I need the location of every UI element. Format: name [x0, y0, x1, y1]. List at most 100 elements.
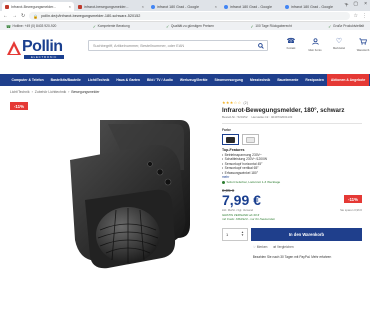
swatch-white[interactable]	[242, 134, 259, 145]
shipping-code-text: mit Code: XMAS23 - nur für Neukunden	[222, 216, 276, 221]
account-label: Mein Konto	[308, 49, 322, 52]
address-bar: ← → ↻ 🔒 pollin.de/p/infrarot-bewegungsme…	[0, 11, 370, 22]
cart-icon	[359, 38, 368, 48]
usp-item: ✓ Qualität zu günstigen Preisen	[166, 24, 214, 29]
star-bookmark-icon[interactable]: ☆	[354, 13, 358, 19]
close-tab-icon[interactable]: ×	[215, 4, 217, 9]
nav-item-restposten[interactable]: Restposten	[302, 74, 327, 86]
close-tab-icon[interactable]: ×	[142, 4, 144, 9]
browser-tab[interactable]: infrarot 180 Grad - Google ×	[148, 2, 220, 11]
features-heading: Top-Features	[222, 148, 245, 152]
contact-link[interactable]: ☎ Kontakt	[284, 38, 298, 52]
nav-item-licht[interactable]: Licht/Technik	[84, 74, 113, 86]
color-label: Farbe	[222, 128, 231, 132]
category-nav: Computer & Telefon Bastelkits/Bauteile L…	[0, 74, 370, 86]
search-input[interactable]: Suchbegriff, Artikelnummer, Bestellnumme…	[88, 40, 268, 51]
shipping-info: GRATIS VERSAND ab 39 € mit Code: XMAS23 …	[222, 213, 362, 222]
nav-item-bild-tv[interactable]: Bild / TV / Audio	[143, 74, 176, 86]
header-icons: ☎ Kontakt Mein Konto ♡ Merkzettel Warenk…	[284, 38, 370, 52]
close-window-icon[interactable]: ×	[364, 1, 367, 7]
savings-text: Sie sparen 0,96 €	[340, 208, 362, 213]
product-image[interactable]	[30, 110, 205, 280]
heart-icon: ♡	[335, 38, 343, 45]
google-favicon-icon	[151, 4, 155, 9]
price-row: 7,99 € -11%	[222, 193, 362, 207]
account-link[interactable]: Mein Konto	[308, 38, 322, 52]
check-icon: ✓	[328, 23, 332, 29]
tab-title: infrarot 180 Grad - Google	[157, 4, 199, 9]
search-icon	[258, 42, 264, 49]
wishlist-action[interactable]: ♡ Merken	[253, 245, 267, 249]
extensions-icon[interactable]: ⋮	[362, 13, 367, 19]
forward-icon[interactable]: →	[12, 13, 17, 19]
nav-item-angebote[interactable]: Aktionen & Angebote	[327, 74, 369, 86]
nav-item-haus-garten[interactable]: Haus & Garten	[113, 74, 144, 86]
phone-icon: ☎	[286, 38, 296, 45]
swatch-black[interactable]	[222, 134, 239, 145]
sub-actions: ♡ Merken ⇄ Vergleichen	[222, 245, 362, 249]
user-icon	[311, 38, 319, 48]
chevron-down-icon[interactable]: ▼	[241, 234, 244, 237]
star-rating-icon: ★★★☆☆	[222, 100, 242, 105]
stock-status: Sofort lieferbar, Lieferzeit 1-3 Werktag…	[222, 180, 362, 184]
manufacturer-number: Hersteller-Nr.: 4049702001133	[251, 115, 293, 119]
breadcrumb-link[interactable]: Licht/Technik	[10, 90, 30, 94]
feature-list: Betriebsspannung 230V~ Schaltleistung 23…	[222, 153, 362, 175]
rating[interactable]: ★★★☆☆ (2)	[222, 100, 362, 105]
browser-tab-active[interactable]: Infrarot-Bewegungsmelder... ×	[2, 2, 74, 11]
logo-subtitle: ELECTRONIC	[24, 55, 64, 59]
chevron-right-icon: ›	[68, 90, 70, 94]
usp-item: ✓ Große Produktvielfalt	[328, 24, 364, 29]
usp-hotline: ☎ Hotline: +49 (0) 8403 920-920	[6, 24, 56, 29]
reload-icon[interactable]: ↻	[21, 13, 25, 19]
nav-item-computer[interactable]: Computer & Telefon	[8, 74, 47, 86]
minimize-icon[interactable]: –	[345, 1, 348, 7]
usp-text: Qualität zu günstigen Preisen	[170, 24, 214, 28]
breadcrumb: Licht/Technik › Zubehör Lichttechnik › B…	[10, 90, 99, 94]
url-field[interactable]: 🔒 pollin.de/p/infrarot-bewegungsmelder-1…	[29, 12, 350, 20]
browser-tab[interactable]: infrarot-bewegungsmelder... ×	[75, 2, 147, 11]
usp-text: Große Produktvielfalt	[333, 24, 364, 28]
search-button[interactable]	[255, 41, 267, 50]
rating-count: (2)	[243, 100, 249, 105]
add-to-cart-button[interactable]: In den Warenkorb	[251, 227, 362, 241]
browser-tab[interactable]: infrarot 180 Grad - Google	[282, 2, 342, 11]
maximize-icon[interactable]: ▢	[353, 1, 358, 7]
paypal-note[interactable]: Bezahlen Sie nach 30 Tagen mit PayPal. M…	[222, 255, 362, 259]
contact-label: Kontakt	[286, 47, 296, 50]
stock-text: Sofort lieferbar, Lieferzeit 1-3 Werktag…	[226, 180, 281, 185]
discount-badge: -11%	[10, 102, 28, 110]
usp-bar: ☎ Hotline: +49 (0) 8403 920-920 ✓ Kompeten…	[0, 22, 370, 30]
logo-text: Pollin	[22, 38, 63, 55]
quantity-arrows[interactable]: ▲ ▼	[241, 231, 244, 237]
nav-item-bauelemente[interactable]: Bauelemente	[274, 74, 302, 86]
compare-action-label: Vergleichen	[276, 244, 294, 249]
browser-tab[interactable]: infrarot 180 Grad - Google	[221, 2, 281, 11]
close-tab-icon[interactable]: ×	[69, 4, 71, 9]
back-icon[interactable]: ←	[3, 13, 8, 19]
chevron-right-icon: ›	[31, 90, 33, 94]
nav-item-werkzeug[interactable]: Werkzeug/Geräte	[176, 74, 211, 86]
nav-item-bastelkits[interactable]: Bastelkits/Bauteile	[47, 74, 84, 86]
nav-item-messtechnik[interactable]: Messtechnik	[246, 74, 273, 86]
product-meta: Bestell-Nr.: 520152 Hersteller-Nr.: 4049…	[222, 115, 362, 119]
wishlist-link[interactable]: ♡ Merkzettel	[332, 38, 346, 52]
lock-icon: 🔒	[33, 13, 39, 19]
divider	[222, 123, 362, 124]
quantity-stepper[interactable]: 1 ▲ ▼	[222, 227, 248, 241]
compare-action[interactable]: ⇄ Vergleichen	[273, 245, 293, 249]
paypal-text: Bezahlen Sie nach 30 Tagen mit PayPal. M…	[252, 254, 332, 259]
more-link[interactable]: mehr	[222, 175, 362, 179]
cart-link[interactable]: Warenkorb	[356, 38, 370, 52]
check-icon: ✓	[92, 23, 97, 29]
quantity-value: 1	[226, 231, 229, 237]
pollin-logo[interactable]: Pollin ELECTRONIC	[6, 38, 64, 60]
tab-title: infrarot 180 Grad - Google	[230, 4, 272, 9]
add-to-cart-label: In den Warenkorb	[288, 231, 325, 237]
breadcrumb-link[interactable]: Zubehör Lichttechnik	[35, 90, 66, 94]
tab-title: infrarot 180 Grad - Google	[291, 4, 333, 9]
vat-text[interactable]: inkl. MwSt. zzgl. Versand	[222, 208, 253, 212]
pollin-logo-mark-icon	[7, 41, 21, 55]
nav-item-stromversorgung[interactable]: Stromversorgung	[211, 74, 246, 86]
order-number: Bestell-Nr.: 520152	[222, 115, 248, 119]
